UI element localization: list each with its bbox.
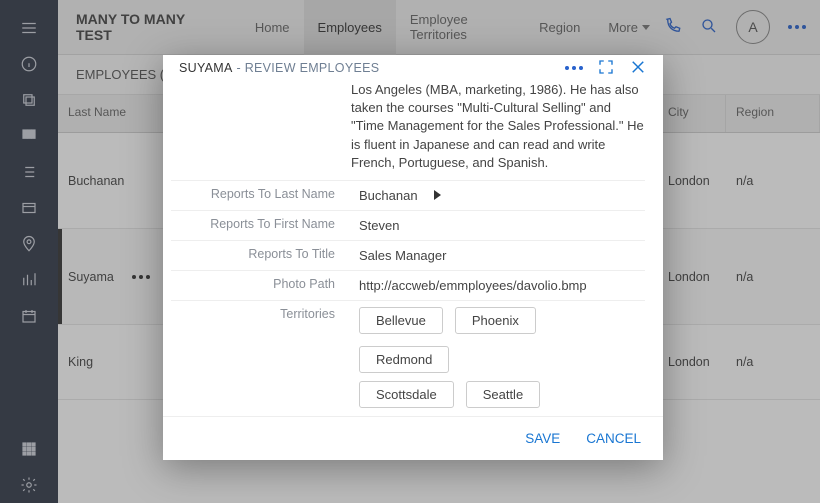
territory-chip[interactable]: Bellevue [359, 307, 443, 334]
field-label: Photo Path [171, 271, 351, 300]
territory-chip[interactable]: Phoenix [455, 307, 536, 334]
modal-more-icon[interactable] [565, 66, 583, 70]
reports-to-last-value[interactable]: Buchanan [351, 181, 645, 210]
territories-value: Bellevue Phoenix Redmond Scottsdale Seat… [351, 301, 645, 416]
territory-chip[interactable]: Scottsdale [359, 381, 454, 408]
field-label: Reports To Title [171, 241, 351, 270]
field-label: Reports To Last Name [171, 181, 351, 210]
modal: SUYAMA - REVIEW EMPLOYEES Los Angeles (M… [163, 55, 663, 460]
modal-title: SUYAMA - REVIEW EMPLOYEES [179, 61, 379, 75]
photo-path-value[interactable]: http://accweb/emmployees/davolio.bmp [351, 271, 645, 300]
cancel-button[interactable]: CANCEL [586, 431, 641, 446]
modal-footer: SAVE CANCEL [163, 416, 663, 460]
play-icon [434, 190, 441, 200]
description: Los Angeles (MBA, marketing, 1986). He h… [171, 81, 645, 180]
field-label: Reports To First Name [171, 211, 351, 240]
territory-chip[interactable]: Seattle [466, 381, 540, 408]
modal-header: SUYAMA - REVIEW EMPLOYEES [163, 55, 663, 75]
territory-chip[interactable]: Redmond [359, 346, 449, 373]
modal-body: Los Angeles (MBA, marketing, 1986). He h… [163, 75, 663, 416]
reports-to-title-value: Sales Manager [351, 241, 645, 270]
reports-to-first-value: Steven [351, 211, 645, 240]
save-button[interactable]: SAVE [525, 431, 560, 446]
field-label: Territories [171, 301, 351, 327]
